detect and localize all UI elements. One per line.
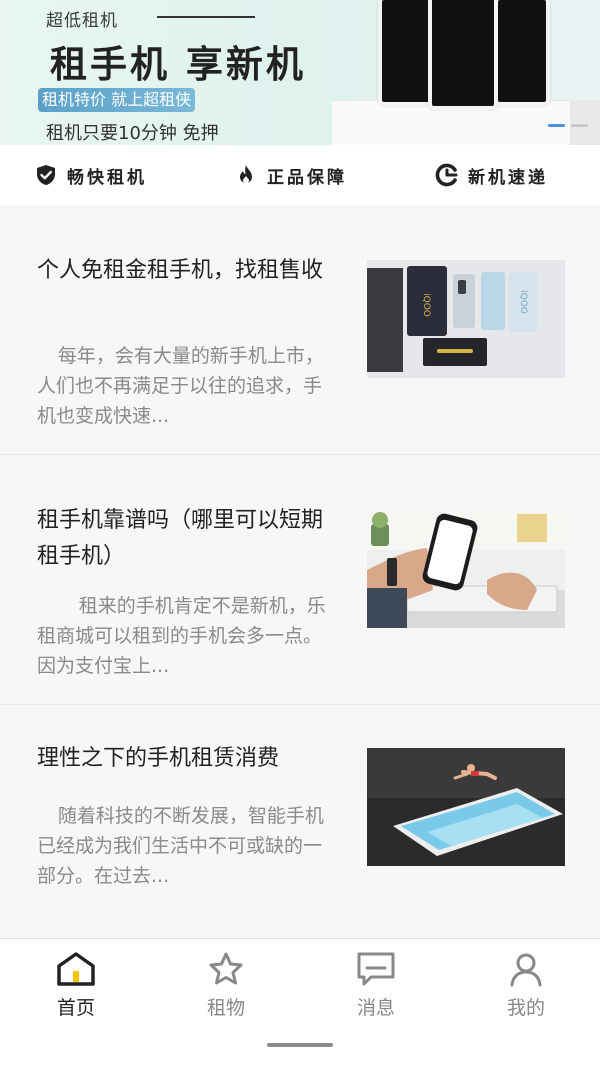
feature-label: 畅快租机 xyxy=(67,167,147,188)
pager-dot[interactable] xyxy=(571,124,588,127)
star-icon xyxy=(209,952,243,985)
feature-label: 正品保障 xyxy=(267,167,347,188)
svg-text:iQOO: iQOO xyxy=(421,293,431,317)
article-title: 个人免租金租手机，找租售收 xyxy=(37,258,324,283)
tab-label: 租物 xyxy=(206,997,245,1019)
hand-holding-phone-image xyxy=(367,510,565,628)
feature-strip: 畅快租机 正品保障 新机速递 xyxy=(0,145,600,205)
banner-subtitle: 超低租机 xyxy=(46,11,118,31)
article-excerpt: 租来的手机肯定不是新机，乐租商城可以租到的手机会多一点。因为支付宝上... xyxy=(37,595,326,677)
shield-check-icon xyxy=(33,162,59,188)
phone-illustration xyxy=(378,0,434,106)
banner-pager[interactable] xyxy=(548,124,594,128)
banner-note: 租机只要10分钟 免押 xyxy=(46,123,219,144)
phone-stand-side xyxy=(570,100,600,145)
banner-subtitle-rule xyxy=(157,16,255,18)
banner-tag: 租机特价 就上超租侠 xyxy=(38,88,196,112)
diver-phone-pool-image xyxy=(367,748,565,866)
feature-item: 新机速递 xyxy=(434,161,548,189)
message-icon xyxy=(357,952,395,986)
article-card[interactable]: 个人免租金租手机，找租售收 每年，会有大量的新手机上市，人们也不再满足于以往的追… xyxy=(0,205,600,455)
user-icon xyxy=(510,953,542,987)
article-list: 个人免租金租手机，找租售收 每年，会有大量的新手机上市，人们也不再满足于以往的追… xyxy=(0,205,600,955)
article-excerpt: 随着科技的不断发展，智能手机已经成为我们生活中不可或缺的一部分。在过去... xyxy=(37,805,324,887)
article-thumbnail xyxy=(367,748,565,866)
phone-illustration xyxy=(494,0,550,106)
bottom-tab-bar: 首页 租物 消息 我的 xyxy=(0,938,600,1067)
home-indicator[interactable] xyxy=(267,1043,333,1047)
article-excerpt: 每年，会有大量的新手机上市，人们也不再满足于以往的追求，手机也变成快速... xyxy=(37,345,324,427)
svg-text:iQOO: iQOO xyxy=(518,290,528,314)
tab-label: 我的 xyxy=(506,997,545,1019)
phones-flatlay-image: iQOO iQOO xyxy=(367,260,565,378)
banner-title: 租手机 享新机 xyxy=(50,43,306,86)
promo-banner[interactable]: 超低租机 租手机 享新机 租机特价 就上超租侠 租机只要10分钟 免押 xyxy=(0,0,600,145)
article-title: 租手机靠谱吗（哪里可以短期租手机） xyxy=(37,508,324,569)
feature-item: 畅快租机 xyxy=(33,161,147,189)
feature-label: 新机速递 xyxy=(468,167,548,188)
pager-dot-active[interactable] xyxy=(548,124,565,127)
tab-label: 消息 xyxy=(356,997,395,1019)
tab-rent[interactable]: 租物 xyxy=(186,949,266,1020)
home-icon xyxy=(57,952,95,986)
tab-profile[interactable]: 我的 xyxy=(486,949,566,1020)
screen: 超低租机 租手机 享新机 租机特价 就上超租侠 租机只要10分钟 免押 畅快租机 xyxy=(0,0,600,1067)
tab-label: 首页 xyxy=(56,997,95,1019)
tab-messages[interactable]: 消息 xyxy=(336,949,416,1020)
feature-item: 正品保障 xyxy=(233,161,347,189)
article-thumbnail xyxy=(367,510,565,628)
article-thumbnail: iQOO iQOO xyxy=(367,260,565,378)
fast-delivery-icon xyxy=(434,162,460,188)
flame-icon xyxy=(233,162,259,188)
article-card[interactable]: 理性之下的手机租赁消费 随着科技的不断发展，智能手机已经成为我们生活中不可或缺的… xyxy=(0,705,600,955)
article-title: 理性之下的手机租赁消费 xyxy=(37,746,280,771)
article-card[interactable]: 租手机靠谱吗（哪里可以短期租手机） 租来的手机肯定不是新机，乐租商城可以租到的手… xyxy=(0,455,600,705)
phone-illustration xyxy=(428,0,498,110)
tab-home[interactable]: 首页 xyxy=(36,949,116,1020)
